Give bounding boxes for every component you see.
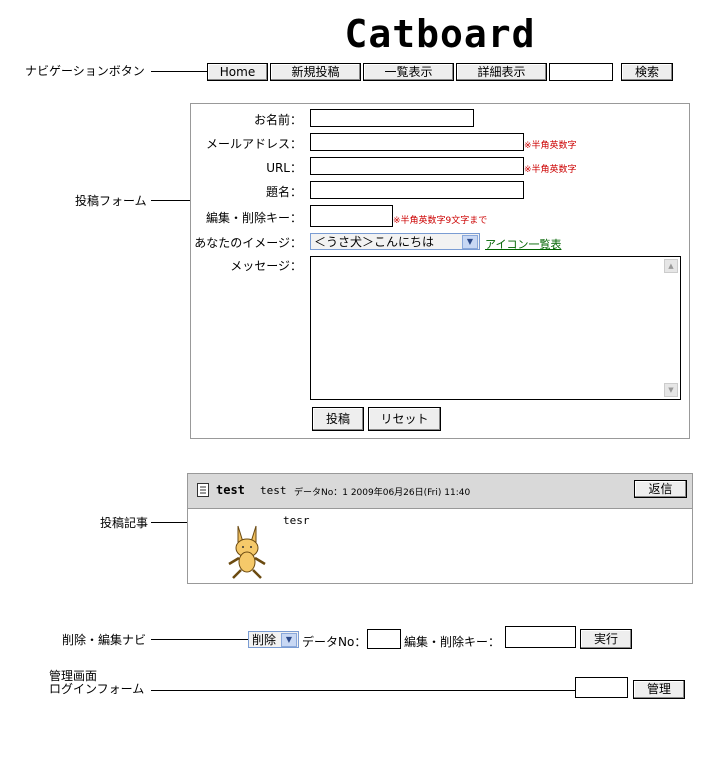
edit-key-note: ※半角英数字9文字まで [393, 216, 488, 226]
form-annotation-line [151, 200, 190, 201]
post-subject: test [216, 483, 245, 497]
post-article: test test データNo：1 2009年06月26日(Fri) 11:40… [187, 473, 693, 584]
scroll-down-icon[interactable]: ▼ [664, 383, 678, 397]
edit-key-input[interactable] [310, 205, 393, 227]
admin-password-input[interactable] [575, 677, 628, 698]
article-annotation-label: 投稿記事 [100, 516, 149, 530]
document-icon [197, 483, 209, 497]
url-note: ※半角英数字 [524, 165, 577, 175]
new-post-button[interactable]: 新規投稿 [270, 63, 361, 81]
list-view-button[interactable]: 一覧表示 [363, 63, 454, 81]
detail-view-button[interactable]: 詳細表示 [456, 63, 547, 81]
email-note: ※半角英数字 [524, 141, 577, 151]
name-input[interactable] [310, 109, 474, 127]
icon-list-link[interactable]: アイコン一覧表 [485, 236, 561, 252]
user-avatar-icon [228, 525, 266, 579]
image-select[interactable]: ＜うさ犬＞こんにちは ▼ [310, 233, 480, 250]
subject-label: 題名： [265, 185, 302, 199]
url-input[interactable] [310, 157, 524, 175]
admin-login-button[interactable]: 管理 [633, 680, 685, 699]
url-label: URL： [266, 161, 302, 175]
name-label: お名前： [253, 113, 302, 127]
form-annotation-label: 投稿フォーム [75, 194, 147, 208]
email-label: メールアドレス： [205, 137, 302, 151]
submit-button[interactable]: 投稿 [312, 407, 364, 431]
article-annotation-line [151, 522, 187, 523]
edit-nav-annotation-label: 削除・編集ナビ [62, 633, 147, 647]
edit-mode-select[interactable]: 削除 ▼ [248, 631, 299, 648]
scroll-up-icon[interactable]: ▲ [664, 259, 678, 273]
post-header: test test データNo：1 2009年06月26日(Fri) 11:40… [188, 474, 692, 509]
page-title: Catboard [344, 12, 536, 56]
search-button[interactable]: 検索 [621, 63, 673, 81]
message-label: メッセージ： [230, 259, 302, 273]
chevron-down-icon: ▼ [281, 633, 297, 647]
admin-annotation-label-2: ログインフォーム [49, 682, 145, 696]
nav-annotation-line [151, 71, 207, 72]
post-meta: データNo：1 2009年06月26日(Fri) 11:40 [294, 488, 471, 498]
reply-button[interactable]: 返信 [634, 480, 687, 498]
nav-annotation-label: ナビゲーションボタン [25, 64, 145, 78]
reset-button[interactable]: リセット [368, 407, 441, 431]
home-button[interactable]: Home [207, 63, 268, 81]
message-textarea[interactable]: ▲ ▼ [310, 256, 681, 400]
delete-key-label: 編集・削除キー： [404, 635, 501, 649]
admin-annotation-line [151, 690, 575, 691]
edit-key-label: 編集・削除キー： [205, 211, 302, 225]
image-select-value: ＜うさ犬＞こんにちは [314, 235, 435, 249]
post-author: test [260, 484, 287, 497]
data-no-label: データNo： [302, 635, 367, 649]
delete-key-input[interactable] [505, 626, 576, 648]
data-no-input[interactable] [367, 629, 401, 649]
search-input[interactable] [549, 63, 613, 81]
post-body: tesr [283, 514, 310, 527]
edit-mode-select-value: 削除 [252, 633, 277, 647]
execute-button[interactable]: 実行 [580, 629, 632, 649]
edit-nav-annotation-line [151, 639, 248, 640]
subject-input[interactable] [310, 181, 524, 199]
chevron-down-icon: ▼ [462, 235, 478, 249]
image-label: あなたのイメージ： [194, 236, 302, 250]
email-input[interactable] [310, 133, 524, 151]
